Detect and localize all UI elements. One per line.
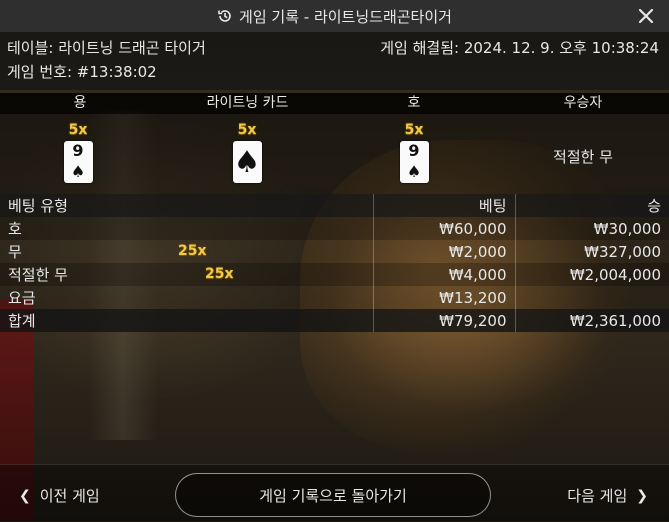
resolved-time: 게임 해결됨: 2024. 12. 9. 오후 10:38:24 [380,39,659,57]
table-row: 적절한 무 25x ₩4,000 ₩2,004,000 [0,263,669,286]
bet-amount: ₩2,000 [372,240,515,263]
history-icon [218,10,231,22]
bet-amount: ₩4,000 [372,263,515,286]
total-win: ₩2,361,000 [514,309,669,332]
col-winner: 우승자 [563,95,603,111]
win-amount [514,286,669,309]
chevron-left-icon: ❮ [19,487,31,504]
bet-type-label: 적절한 무 [8,266,68,284]
lightning-card: ♠ [232,141,262,183]
tiger-card-rank: 9 [408,141,420,160]
table-row: 호 ₩60,000 ₩30,000 [0,217,669,240]
spade-icon: ♠ [70,162,86,181]
back-to-history-label: 게임 기록으로 돌아가기 [259,486,407,505]
bet-type: 무 25x [0,240,373,263]
tiger-card: 9 ♠ [399,141,429,183]
bet-type-label: 호 [8,220,22,238]
total-label: 합계 [0,309,373,332]
game-number: 게임 번호: #13:38:02 [7,63,157,81]
prev-game-label: 이전 게임 [39,487,100,505]
next-game-button[interactable]: 다음 게임 ❯ [567,485,657,506]
total-bet: ₩79,200 [372,309,515,332]
bet-multiplier: 25x [205,266,234,282]
total-row: 합계 ₩79,200 ₩2,361,000 [0,309,669,332]
dragon-card: 9 ♠ [63,141,93,183]
win-amount-header: 승 [514,194,669,217]
dialog-footer: ❮ 이전 게임 게임 기록으로 돌아가기 다음 게임 ❯ [0,464,669,522]
bet-type: 요금 [0,286,373,309]
bet-amount-header: 베팅 [372,194,515,217]
dragon-card-slot: 5x 9 ♠ [58,122,98,183]
win-amount: ₩30,000 [514,217,669,240]
table-row: 요금 ₩13,200 [0,286,669,309]
back-to-history-button[interactable]: 게임 기록으로 돌아가기 [175,473,491,517]
close-icon[interactable] [635,5,657,27]
dragon-card-rank: 9 [72,141,84,160]
winner-result: 적절한 무 [553,148,613,166]
col-tiger: 호 [407,95,421,111]
bet-amount: ₩13,200 [372,286,515,309]
lightning-multiplier: 5x [237,122,257,138]
col-lightning-card: 라이트닝 카드 [206,95,289,111]
game-info: 테이블: 라이트닝 드래곤 타이거 게임 해결됨: 2024. 12. 9. 오… [0,32,669,90]
results-header: 용 라이트닝 카드 호 우승자 [0,93,669,114]
bets-table: 베팅 유형 베팅 승 호 ₩60,000 ₩30,000 무 25x ₩2,000… [0,194,669,332]
bet-type: 적절한 무 25x [0,263,373,286]
bet-type-header: 베팅 유형 [0,194,373,217]
prev-game-button[interactable]: ❮ 이전 게임 [10,485,100,506]
win-amount: ₩327,000 [514,240,669,263]
bet-type-label: 요금 [8,289,36,307]
bet-amount: ₩60,000 [372,217,515,240]
bet-type-label: 무 [8,243,22,261]
tiger-card-slot: 5x 9 ♠ [394,122,434,183]
bet-type: 호 [0,217,373,240]
table-name: 테이블: 라이트닝 드래곤 타이거 [7,39,206,57]
bets-header-row: 베팅 유형 베팅 승 [0,194,669,217]
dialog-title: 게임 기록 - 라이트닝드래곤타이거 [239,7,452,26]
next-game-label: 다음 게임 [567,487,628,505]
table-row: 무 25x ₩2,000 ₩327,000 [0,240,669,263]
win-amount: ₩2,004,000 [514,263,669,286]
spade-icon: ♠ [233,145,261,180]
col-dragon: 용 [73,95,87,111]
dialog-header: 게임 기록 - 라이트닝드래곤타이거 [0,0,669,32]
bet-multiplier: 25x [178,243,207,259]
dragon-multiplier: 5x [68,122,88,138]
lightning-card-slot: 5x ♠ [227,122,267,183]
chevron-right-icon: ❯ [636,487,648,504]
tiger-multiplier: 5x [404,122,424,138]
spade-icon: ♠ [406,162,422,181]
